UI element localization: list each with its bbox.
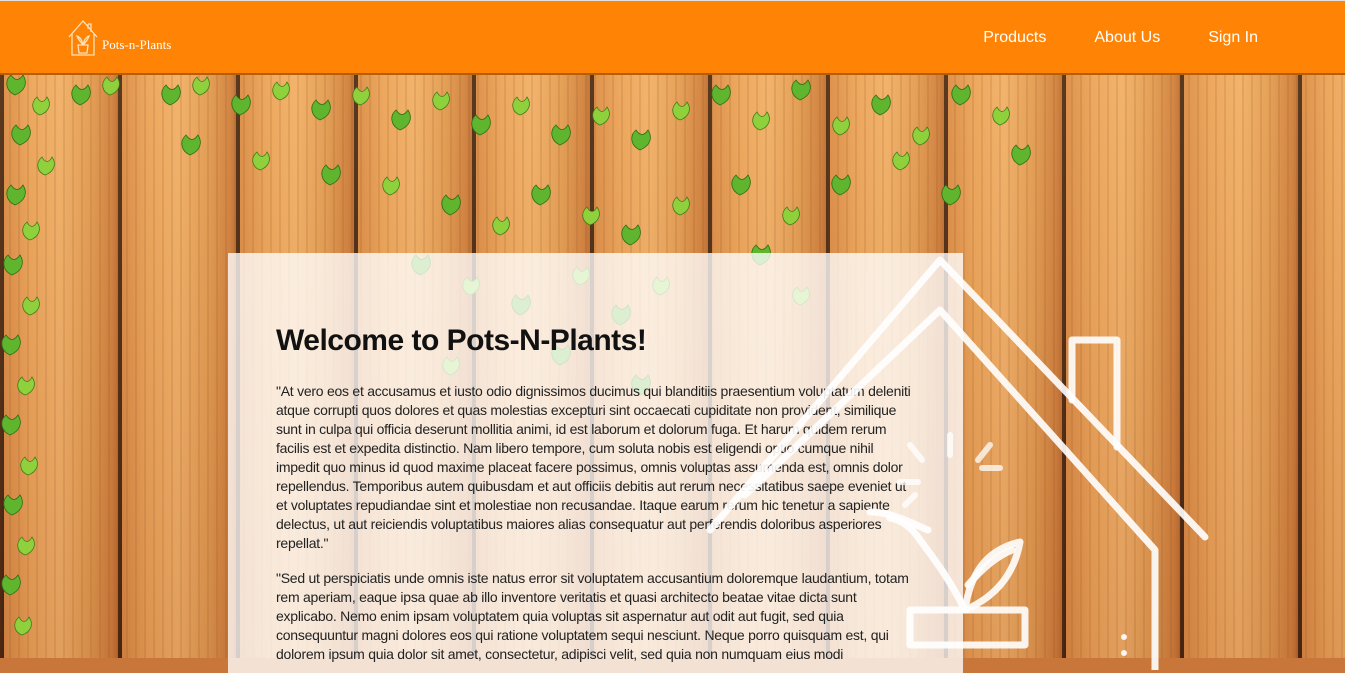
nav-menu: Products About Us Sign In <box>983 29 1258 47</box>
brand-name: Pots-n-Plants <box>102 36 172 52</box>
top-navbar: Pots-n-Plants Products About Us Sign In <box>0 0 1345 75</box>
nav-about-us-link[interactable]: About Us <box>1094 29 1160 47</box>
welcome-heading: Welcome to Pots-N-Plants! <box>276 324 647 357</box>
house-plant-outline-icon <box>706 256 1209 670</box>
nav-products-link[interactable]: Products <box>983 29 1046 47</box>
brand-logo-link[interactable]: Pots-n-Plants <box>66 17 171 62</box>
nav-sign-in-link[interactable]: Sign In <box>1208 29 1258 47</box>
house-plant-icon <box>66 17 100 62</box>
